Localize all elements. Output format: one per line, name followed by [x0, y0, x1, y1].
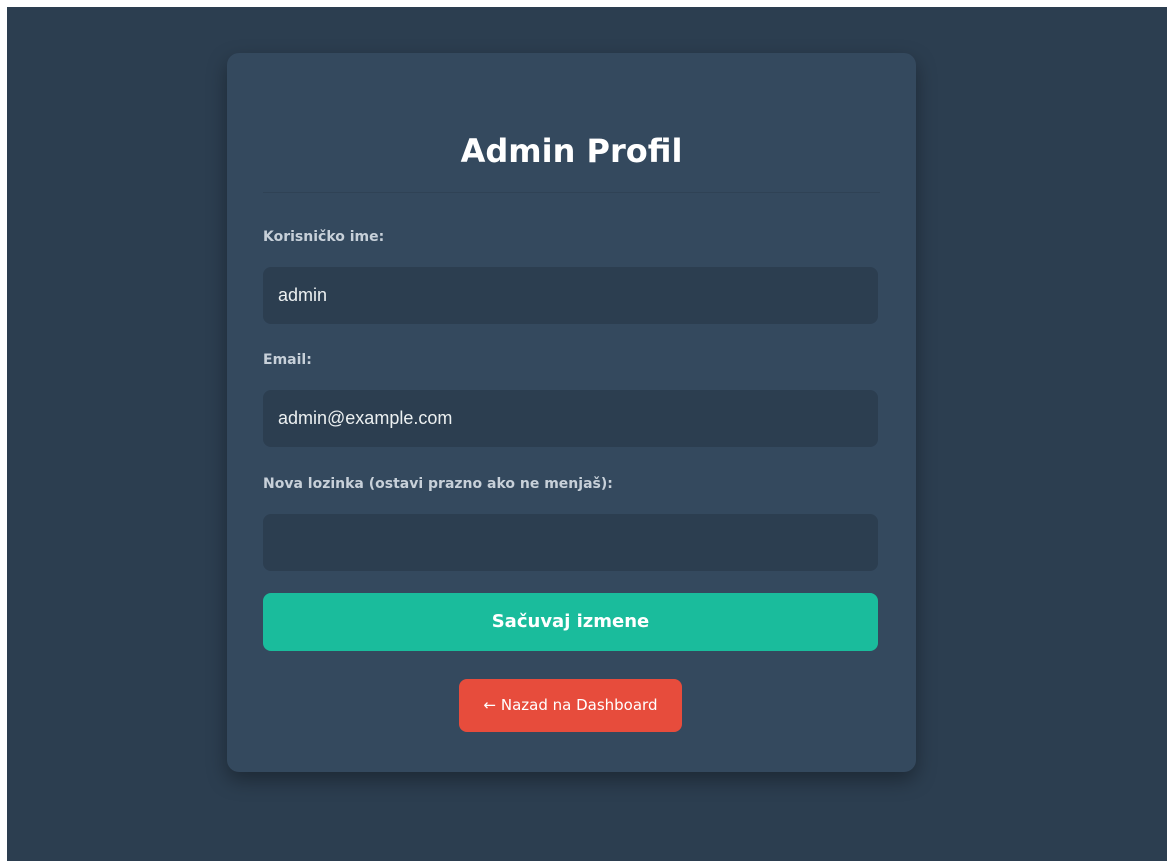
password-label: Nova lozinka (ostavi prazno ako ne menja… — [263, 476, 613, 492]
back-to-dashboard-button[interactable]: ← Nazad na Dashboard — [459, 679, 682, 732]
email-input[interactable] — [263, 390, 878, 447]
title-divider — [263, 192, 880, 193]
password-input[interactable] — [263, 514, 878, 571]
username-label: Korisničko ime: — [263, 229, 385, 245]
page-background: Admin Profil Korisničko ime: Email: Nova… — [7, 7, 1167, 861]
username-input[interactable] — [263, 267, 878, 324]
save-button[interactable]: Sačuvaj izmene — [263, 593, 878, 651]
email-label: Email: — [263, 352, 312, 368]
page-title: Admin Profil — [460, 132, 683, 170]
profile-card: Admin Profil Korisničko ime: Email: Nova… — [227, 53, 916, 772]
